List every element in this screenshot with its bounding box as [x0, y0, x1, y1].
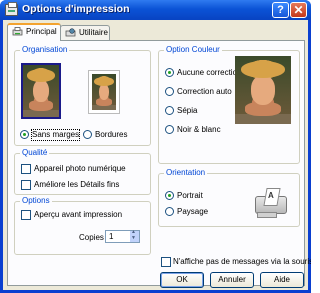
- noir-blanc-radio[interactable]: [165, 125, 174, 134]
- copies-spinner[interactable]: 1: [105, 229, 140, 243]
- print-options-window: Options d'impression ? ✕ Principal Utili…: [0, 0, 311, 293]
- quality-group-title: Qualité: [20, 148, 50, 157]
- portrait-label[interactable]: Portrait: [177, 191, 203, 201]
- bordures-label[interactable]: Bordures: [95, 130, 127, 140]
- color-option-group: Option Couleur Aucune correction Correct…: [158, 45, 300, 164]
- apercu-label[interactable]: Aperçu avant impression: [34, 210, 122, 220]
- ok-button[interactable]: OK: [160, 272, 204, 288]
- tab-utilitaire-label: Utilitaire: [79, 28, 108, 37]
- orientation-group-title: Orientation: [164, 168, 208, 177]
- no-mouse-messages-checkbox[interactable]: [161, 257, 171, 267]
- tab-principal[interactable]: Principal: [7, 23, 61, 41]
- appareil-photo-label[interactable]: Appareil photo numérique: [34, 164, 126, 174]
- options-group-title: Options: [20, 196, 52, 205]
- printer-app-icon: [5, 2, 18, 16]
- appareil-photo-checkbox[interactable]: [21, 164, 31, 174]
- aucune-correction-label[interactable]: Aucune correction: [177, 68, 241, 78]
- aucune-correction-radio[interactable]: [165, 68, 174, 77]
- details-fins-label[interactable]: Améliore les Détails fins: [34, 180, 119, 190]
- close-button[interactable]: ✕: [290, 2, 307, 18]
- quality-group: Qualité Appareil photo numérique Amélior…: [14, 148, 151, 195]
- title-help-button[interactable]: ?: [272, 2, 289, 18]
- no-mouse-messages-label[interactable]: N'affiche pas de messages via la souris.: [173, 257, 311, 267]
- organisation-group-title: Organisation: [20, 45, 70, 54]
- sepia-radio[interactable]: [165, 106, 174, 115]
- copies-value[interactable]: 1: [109, 232, 113, 241]
- organisation-group: Organisation Sans marges Bordures: [14, 45, 151, 146]
- options-group: Options Aperçu avant impression Copies 1: [14, 196, 151, 255]
- copies-spin-arrows[interactable]: [130, 229, 139, 242]
- printer-tab-icon: [12, 27, 23, 36]
- cancel-button[interactable]: Annuler: [210, 272, 254, 288]
- tab-utilitaire[interactable]: Utilitaire: [60, 25, 110, 40]
- orientation-group: Orientation Portrait Paysage A: [158, 168, 300, 227]
- details-fins-checkbox[interactable]: [21, 180, 31, 190]
- color-option-group-title: Option Couleur: [164, 45, 222, 54]
- bordures-radio[interactable]: [83, 130, 92, 139]
- dialog-body: Principal Utilitaire Organisation Sans m…: [3, 20, 311, 290]
- portrait-radio[interactable]: [165, 191, 174, 200]
- window-title: Options d'impression: [22, 3, 130, 15]
- tab-principal-label: Principal: [26, 27, 57, 36]
- tab-panel-principal: Organisation Sans marges Bordures Option…: [7, 40, 311, 288]
- paysage-radio[interactable]: [165, 207, 174, 216]
- correction-auto-label[interactable]: Correction auto: [177, 87, 232, 97]
- title-bar[interactable]: Options d'impression ? ✕: [0, 0, 311, 20]
- utility-tab-icon: [65, 28, 76, 37]
- noir-blanc-label[interactable]: Noir & blanc: [177, 125, 221, 135]
- borderless-preview-image[interactable]: [21, 63, 61, 119]
- copies-label: Copies: [79, 233, 104, 242]
- color-preview-image: [235, 56, 291, 124]
- sans-marges-radio[interactable]: [20, 130, 29, 139]
- correction-auto-radio[interactable]: [165, 87, 174, 96]
- help-button[interactable]: Aide: [260, 272, 304, 288]
- sepia-label[interactable]: Sépia: [177, 106, 197, 116]
- border-preview-image[interactable]: [88, 70, 120, 114]
- printer-orientation-icon: A: [251, 188, 291, 220]
- paysage-label[interactable]: Paysage: [177, 207, 208, 217]
- apercu-checkbox[interactable]: [21, 210, 31, 220]
- sans-marges-label[interactable]: Sans marges: [30, 129, 81, 141]
